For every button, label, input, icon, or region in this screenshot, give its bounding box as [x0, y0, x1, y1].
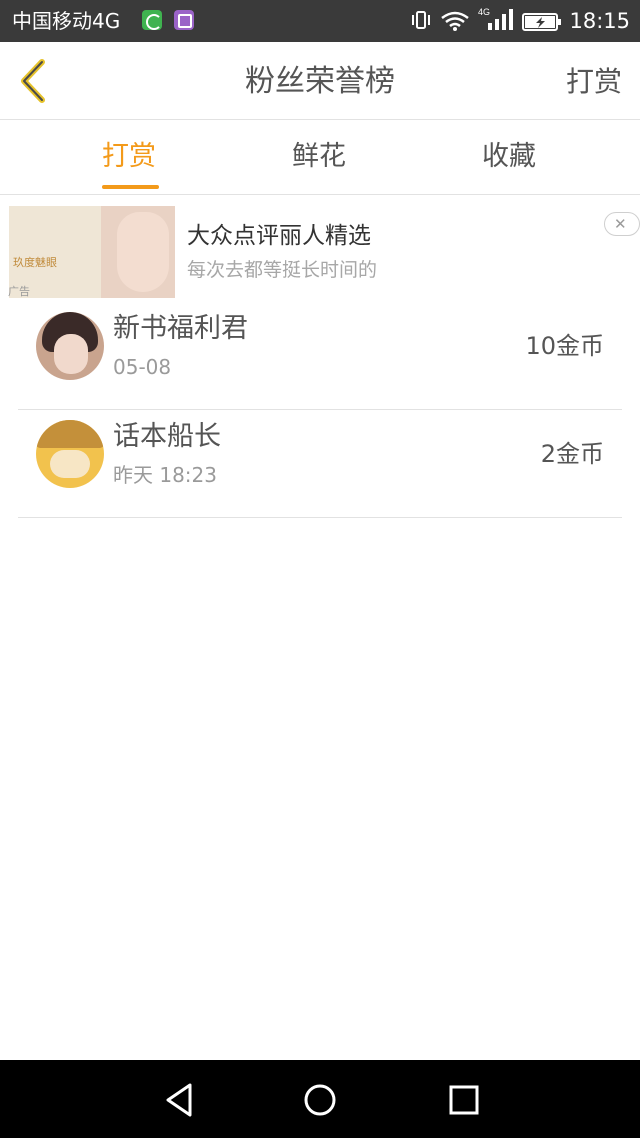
reward-amount: 2金币 — [540, 440, 604, 468]
gallery-app-icon — [174, 10, 194, 30]
vibrate-icon — [412, 11, 430, 29]
status-bar: 中国移动4G 4G 18:15 — [0, 0, 640, 42]
fan-date: 昨天 18:23 — [113, 463, 217, 487]
nav-back-icon[interactable] — [160, 1080, 200, 1120]
reward-amount: 10金币 — [525, 332, 604, 360]
network-type-label: 4G — [478, 7, 490, 17]
fan-name: 话本船长 — [113, 421, 221, 452]
avatar — [36, 420, 104, 488]
ad-face-image — [101, 206, 175, 298]
tab-flowers[interactable]: 鲜花 — [292, 139, 346, 175]
ad-banner[interactable]: 玖度魅眼 广告 大众点评丽人精选 每次去都等挺长时间的 — [0, 196, 640, 302]
reward-button[interactable]: 打赏 — [566, 64, 622, 100]
nav-home-icon[interactable] — [300, 1080, 340, 1120]
ad-label: 广告 — [8, 285, 30, 298]
ad-image: 玖度魅眼 — [9, 206, 175, 298]
list-item[interactable]: 新书福利君 05-08 10金币 — [18, 302, 622, 410]
ad-subtitle: 每次去都等挺长时间的 — [187, 259, 378, 281]
nav-recent-apps-icon[interactable] — [444, 1080, 484, 1120]
active-tab-indicator — [102, 185, 159, 189]
battery-charging-icon — [522, 13, 561, 31]
ad-image-text: 玖度魅眼 — [13, 256, 57, 269]
tab-favorites[interactable]: 收藏 — [482, 139, 536, 175]
wifi-icon — [441, 11, 469, 31]
tab-bar: 打赏 鲜花 收藏 — [0, 121, 640, 195]
tab-reward[interactable]: 打赏 — [102, 139, 156, 175]
header: 粉丝荣誉榜 打赏 — [0, 42, 640, 120]
clock: 18:15 — [569, 9, 630, 33]
system-nav-bar — [0, 1060, 640, 1138]
fan-list: 新书福利君 05-08 10金币 话本船长 昨天 18:23 2金币 — [0, 302, 640, 518]
carrier-label: 中国移动4G — [12, 9, 121, 33]
browser-app-icon — [142, 10, 162, 30]
fan-date: 05-08 — [113, 355, 172, 379]
fan-name: 新书福利君 — [113, 313, 248, 344]
close-icon: ✕ — [614, 215, 627, 233]
ad-close-button[interactable]: ✕ — [604, 212, 640, 236]
page-title: 粉丝荣誉榜 — [245, 64, 395, 99]
list-item[interactable]: 话本船长 昨天 18:23 2金币 — [18, 410, 622, 518]
avatar — [36, 312, 104, 380]
signal-icon: 4G — [478, 7, 513, 30]
ad-title: 大众点评丽人精选 — [187, 223, 371, 249]
